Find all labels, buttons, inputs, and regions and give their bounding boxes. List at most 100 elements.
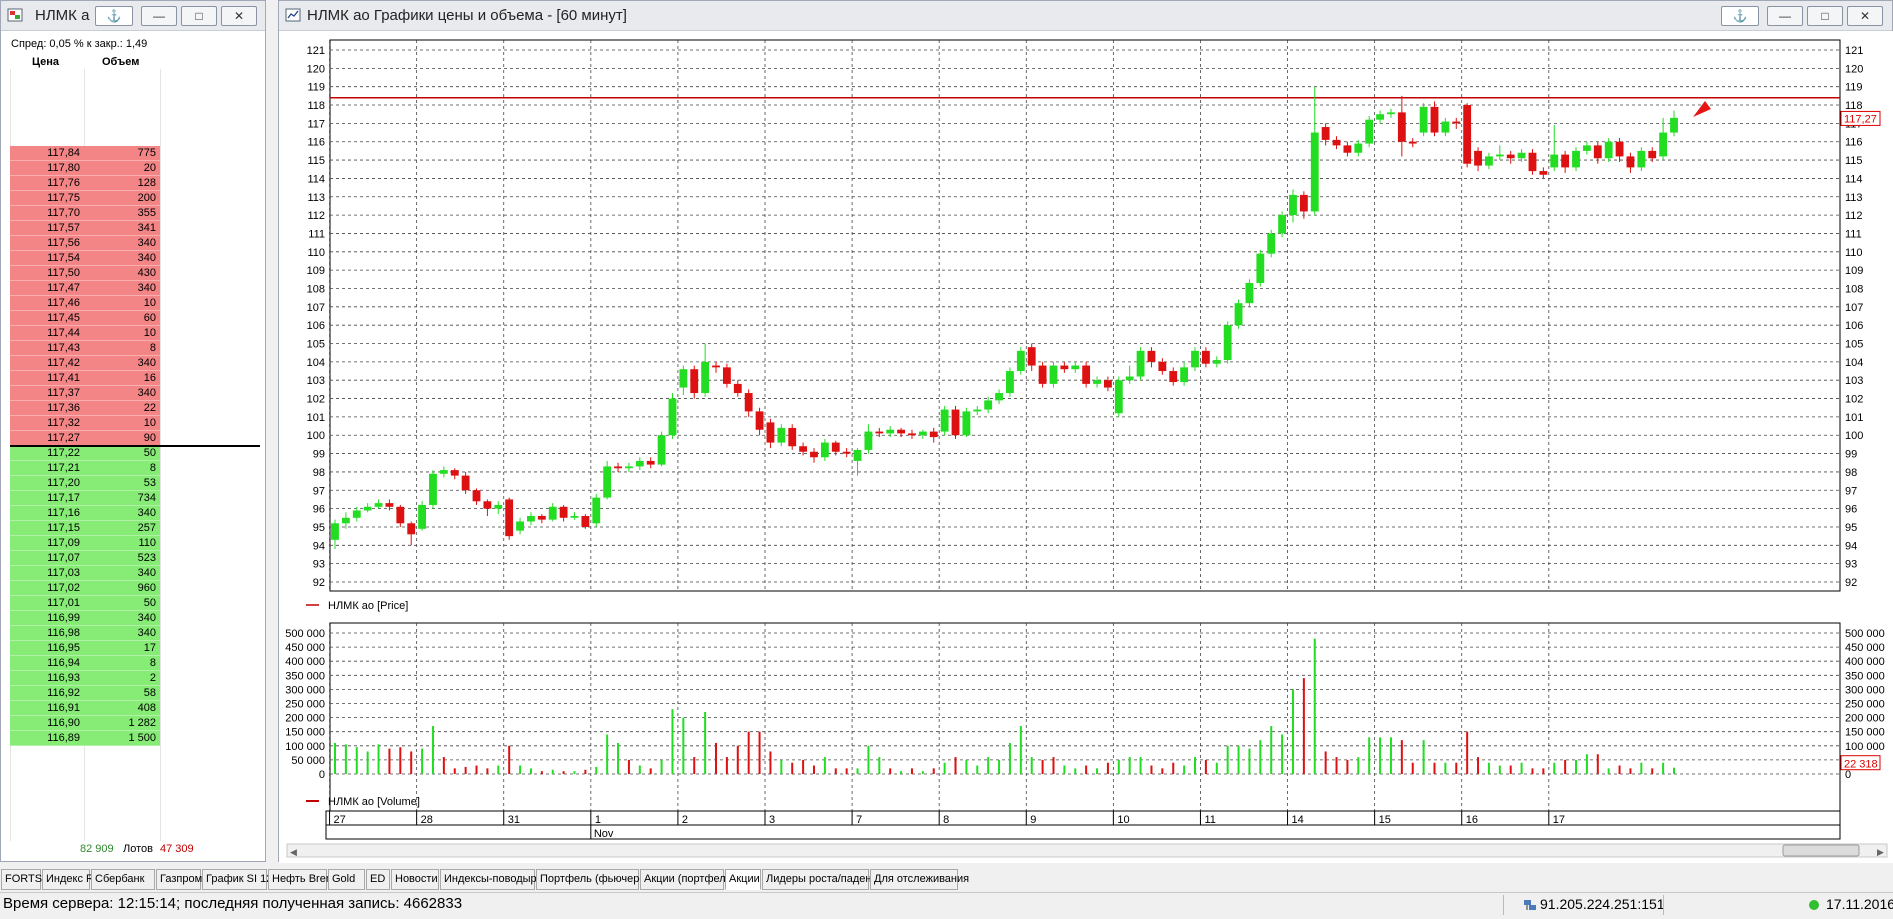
- tab-9[interactable]: Индексы-поводыри: [440, 869, 543, 890]
- bid-row[interactable]: 116,92 58: [10, 686, 160, 701]
- row-price: 116,98: [47, 627, 80, 639]
- bid-row[interactable]: 117,01 50: [10, 596, 160, 611]
- ask-row[interactable]: 117,36 22: [10, 401, 160, 416]
- ask-row[interactable]: 117,80 20: [10, 161, 160, 176]
- ask-row[interactable]: 117,47 340: [10, 281, 160, 296]
- bid-row[interactable]: 116,90 1 282: [10, 716, 160, 731]
- chart-pin-button[interactable]: ⚓: [1721, 6, 1759, 26]
- bid-row[interactable]: 116,98 340: [10, 626, 160, 641]
- bid-row[interactable]: 117,16 340: [10, 506, 160, 521]
- tab-6[interactable]: Gold: [328, 869, 365, 890]
- tab-10[interactable]: Портфель (фьючерсы): [536, 869, 656, 890]
- bid-row[interactable]: 116,89 1 500: [10, 731, 160, 746]
- tab-13[interactable]: Лидеры роста/падения: [762, 869, 884, 890]
- tab-8[interactable]: Новости: [391, 869, 439, 890]
- bid-row[interactable]: 116,93 2: [10, 671, 160, 686]
- chart-close-button[interactable]: ✕: [1847, 6, 1883, 26]
- volume-column-header[interactable]: Объем: [102, 56, 139, 68]
- maximize-button[interactable]: □: [181, 6, 217, 26]
- row-price: 116,95: [47, 642, 80, 654]
- ask-row[interactable]: 117,43 8: [10, 341, 160, 356]
- row-price: 117,47: [47, 282, 80, 294]
- minimize-button[interactable]: —: [141, 6, 177, 26]
- ask-row[interactable]: 117,54 340: [10, 251, 160, 266]
- tab-7[interactable]: ED: [366, 869, 390, 890]
- ask-row[interactable]: 117,46 10: [10, 296, 160, 311]
- tab-5[interactable]: Нефть Brent: [268, 869, 335, 890]
- row-volume: 340: [137, 612, 156, 624]
- tab-3[interactable]: Газпром: [156, 869, 202, 890]
- date-label: 7: [856, 814, 862, 826]
- ask-row[interactable]: 117,76 128: [10, 176, 160, 191]
- ask-row[interactable]: 117,27 90: [10, 431, 160, 446]
- tab-11[interactable]: Акции (портфель): [640, 869, 735, 890]
- tab-4[interactable]: График SI 12: [202, 869, 272, 890]
- bid-row[interactable]: 117,09 110: [10, 536, 160, 551]
- tab-2[interactable]: Сбербанк: [91, 869, 155, 890]
- volume-bar: [388, 748, 391, 774]
- volume-bar: [519, 765, 522, 774]
- price-tick-label-right: 112: [1845, 210, 1863, 222]
- ask-row[interactable]: 117,57 341: [10, 221, 160, 236]
- ask-row[interactable]: 117,75 200: [10, 191, 160, 206]
- ask-row[interactable]: 117,70 355: [10, 206, 160, 221]
- chart-titlebar[interactable]: НЛМК ао Графики цены и объема - [60 мину…: [279, 1, 1892, 31]
- volume-bar: [1052, 757, 1055, 774]
- chart-maximize-button[interactable]: □: [1807, 6, 1843, 26]
- row-price: 117,84: [47, 147, 80, 159]
- volume-bar: [606, 734, 609, 774]
- ask-row[interactable]: 117,42 340: [10, 356, 160, 371]
- tab-14[interactable]: Для отслеживания: [870, 869, 969, 890]
- bid-row[interactable]: 117,21 8: [10, 461, 160, 476]
- row-price: 117,22: [47, 447, 80, 459]
- ask-row[interactable]: 117,84 775: [10, 146, 160, 161]
- chart-area[interactable]: 92 92 93 93 94 94 95 95 96 96 97 97 98 98 99 99 100 100 10…: [279, 31, 1893, 863]
- candle-body: [1572, 150, 1580, 168]
- tab-12[interactable]: Акции: [725, 869, 761, 890]
- orderbook-titlebar[interactable]: НЛМК а ⚓ — □ ✕: [1, 1, 265, 31]
- pin-button[interactable]: ⚓: [95, 6, 133, 26]
- candle-body: [1452, 121, 1461, 124]
- row-volume: 340: [137, 282, 156, 294]
- bid-row[interactable]: 117,03 340: [10, 566, 160, 581]
- bid-row[interactable]: 117,15 257: [10, 521, 160, 536]
- chart-minimize-button[interactable]: —: [1767, 6, 1803, 26]
- bid-row[interactable]: 116,94 8: [10, 656, 160, 671]
- scroll-right-icon: ▶: [1877, 847, 1884, 857]
- tab-0[interactable]: FORTS: [1, 869, 42, 890]
- candle-body: [1365, 119, 1374, 144]
- ask-row[interactable]: 117,45 60: [10, 311, 160, 326]
- bid-row[interactable]: 117,07 523: [10, 551, 160, 566]
- volume-bar: [1651, 768, 1654, 774]
- status-date: 17.11.2016: [1826, 896, 1893, 912]
- ask-row[interactable]: 117,50 430: [10, 266, 160, 281]
- tab-1[interactable]: Индекс RTS: [42, 869, 108, 890]
- volume-bar: [1335, 757, 1338, 774]
- bid-row[interactable]: 116,91 408: [10, 701, 160, 716]
- window-splitter[interactable]: [266, 0, 278, 862]
- price-tick-label-right: 98: [1845, 467, 1857, 479]
- volume-bar: [823, 757, 826, 774]
- price-tick-label-left: 99: [313, 449, 325, 461]
- price-column-header[interactable]: Цена: [32, 56, 59, 68]
- bid-row[interactable]: 116,95 17: [10, 641, 160, 656]
- ask-row[interactable]: 117,37 340: [10, 386, 160, 401]
- volume-bar: [464, 766, 467, 774]
- candle-body: [1485, 156, 1493, 166]
- volume-bar: [845, 768, 848, 774]
- candle-body: [374, 503, 383, 507]
- bid-row[interactable]: 117,17 734: [10, 491, 160, 506]
- candle-body: [951, 409, 960, 436]
- candle-body: [668, 398, 677, 436]
- ask-row[interactable]: 117,32 10: [10, 416, 160, 431]
- close-button[interactable]: ✕: [221, 6, 257, 26]
- ask-row[interactable]: 117,56 340: [10, 236, 160, 251]
- bid-row[interactable]: 117,22 50: [10, 446, 160, 461]
- ask-row[interactable]: 117,44 10: [10, 326, 160, 341]
- ask-row[interactable]: 117,41 16: [10, 371, 160, 386]
- price-tick-label-left: 119: [307, 82, 325, 94]
- bid-row[interactable]: 116,99 340: [10, 611, 160, 626]
- bid-row[interactable]: 117,20 53: [10, 476, 160, 491]
- chart-svg[interactable]: 92 9293 9394 9495 9596 9697 9798 9899 99100 10010…: [279, 31, 1893, 863]
- bid-row[interactable]: 117,02 960: [10, 581, 160, 596]
